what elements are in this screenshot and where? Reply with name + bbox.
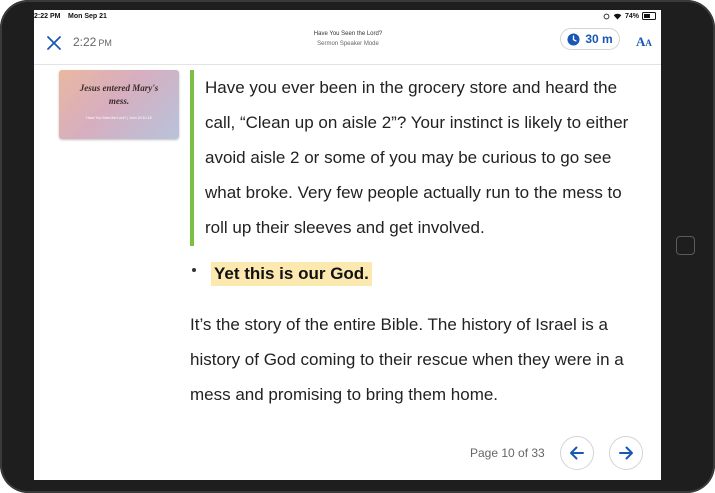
home-button[interactable] [676,236,695,255]
font-size-large-glyph: A [636,34,646,49]
slide-thumbnail[interactable]: Jesus entered Mary's mess. Have You Seen… [59,70,179,139]
close-icon [47,36,61,50]
font-size-button[interactable]: AA [636,33,652,51]
mode-subtitle: Sermon Speaker Mode [317,41,379,47]
battery-level-fill [644,14,650,18]
slide-title-line2: mess. [108,96,130,106]
quote-bar [190,70,194,246]
clock-ampm: PM [98,38,112,48]
sermon-quote: Have you ever been in the grocery store … [205,78,629,237]
next-page-button[interactable] [609,436,643,470]
clock-icon [567,32,580,46]
close-button[interactable] [44,33,64,53]
rotation-lock-icon [603,13,610,19]
timer-label: 30 m [585,32,613,46]
sermon-title: Have You Seen the Lord? [313,31,383,37]
slide-title: Jesus entered Mary's mess. [63,82,175,108]
previous-page-button[interactable] [560,436,594,470]
status-indicators: 74% [603,12,656,20]
status-bar: 2:22 PM Mon Sep 21 74% [34,10,661,24]
font-size-small-glyph: A [645,38,652,48]
bullet-dot [192,268,196,272]
status-time: 2:22 PM [34,13,61,20]
arrow-right-icon [619,446,633,460]
battery-percent: 74% [624,12,639,20]
clock-readout: 2:22 PM [73,35,112,49]
status-date: Mon Sep 21 [68,13,107,20]
clock-time: 2:22 [73,35,97,49]
body-paragraph: It’s the story of the entire Bible. The … [190,315,624,404]
tablet-frame: 2:22 PM Mon Sep 21 74% 2:22 PM Have You … [0,0,715,493]
highlighted-bullet: Yet this is our God. [211,262,372,286]
app-header: 2:22 PM Have You Seen the Lord? Sermon Sp… [34,24,661,65]
timer-button[interactable]: 30 m [560,28,620,50]
slide-reference: Have You Seen the Lord? | John 20:10-18 [86,116,152,120]
wifi-icon [613,13,622,19]
battery-icon [642,12,656,20]
slide-title-line1: Jesus entered Mary's [79,83,159,93]
app-screen: 2:22 PM Mon Sep 21 74% 2:22 PM Have You … [34,10,661,480]
arrow-left-icon [570,446,584,460]
page-indicator: Page 10 of 33 [470,446,545,460]
